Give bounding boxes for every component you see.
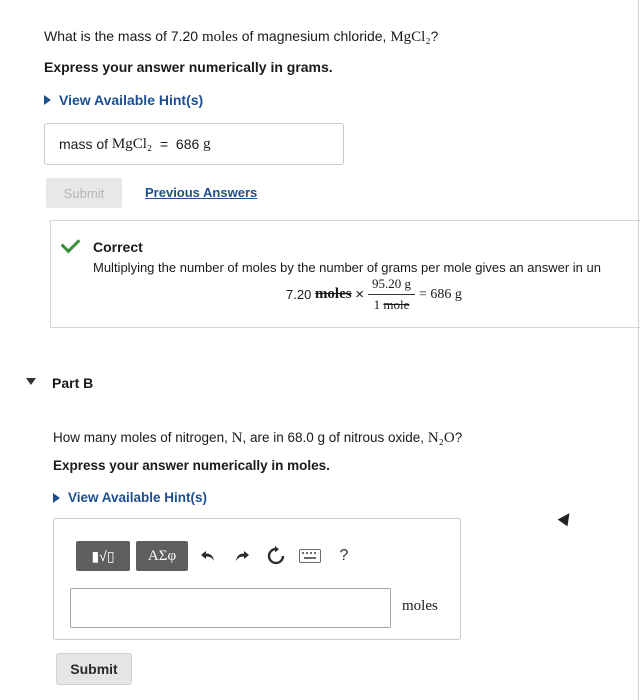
help-button[interactable]: ? <box>330 542 358 570</box>
answer-formula: MgCl₂ <box>111 135 153 152</box>
symbol-n: N <box>231 430 243 446</box>
feedback-title: Correct <box>93 239 143 255</box>
math-toolbar: ▮√▯ ΑΣφ ? <box>76 539 358 573</box>
calc-times: × <box>355 286 364 303</box>
templates-button[interactable]: ▮√▯ <box>76 541 130 571</box>
feedback-calculation: 7.20 moles × 95.20 g 1 mole = 686 g <box>286 276 462 313</box>
question-text-mid: , are in 68.0 g of nitrous oxide, <box>242 430 425 445</box>
hint-label: View Available Hint(s) <box>68 490 208 505</box>
previous-answers-link[interactable]: Previous Answers <box>145 185 257 200</box>
calc-start: 7.20 <box>286 287 312 302</box>
calc-numerator: 95.20 g <box>368 276 415 295</box>
unit-label: moles <box>402 598 438 614</box>
question-suffix: ? <box>454 430 463 445</box>
part-a-question: What is the mass of 7.20 moles of magnes… <box>44 28 438 46</box>
part-b-hint-link[interactable]: View Available Hint(s) <box>53 490 207 505</box>
part-b-label[interactable]: Part B <box>52 375 93 391</box>
part-b-collapse-icon[interactable] <box>26 378 36 385</box>
part-b-instruction: Express your answer numerically in moles… <box>53 458 330 473</box>
formula-mgcl2: MgCl₂ <box>390 29 431 45</box>
answer-equals: = <box>159 136 169 152</box>
question-text: What is the mass of 7.20 <box>44 28 199 44</box>
calc-den-number: 1 <box>373 297 381 312</box>
calc-den-unit: mole <box>383 297 410 312</box>
part-b-question: How many moles of nitrogen, N, are in 68… <box>53 430 462 447</box>
part-a-hint-link[interactable]: View Available Hint(s) <box>44 92 203 108</box>
calc-moles: moles <box>314 286 352 302</box>
part-b-submit-button[interactable]: Submit <box>56 653 132 685</box>
undo-icon[interactable] <box>194 542 222 570</box>
mouse-cursor-icon <box>557 509 575 527</box>
reset-icon[interactable] <box>262 542 290 570</box>
answer-unit: g <box>203 135 211 152</box>
answer-input[interactable] <box>70 588 391 628</box>
question-suffix: ? <box>430 28 439 44</box>
part-a-submit-button[interactable]: Submit <box>46 178 122 208</box>
question-unit: moles <box>201 29 238 45</box>
answer-value: 686 <box>175 136 200 152</box>
formula-n2o: N₂O <box>427 430 455 446</box>
part-a-instruction: Express your answer numerically in grams… <box>44 59 333 75</box>
chevron-right-icon <box>44 95 51 105</box>
redo-icon[interactable] <box>228 542 256 570</box>
feedback-message: Multiplying the number of moles by the n… <box>93 260 601 275</box>
answer-label: mass of <box>59 136 109 152</box>
right-edge-divider <box>638 0 639 700</box>
keyboard-icon[interactable] <box>296 542 324 570</box>
part-a-answer-box: mass of MgCl₂ = 686 g <box>44 123 344 165</box>
hint-label: View Available Hint(s) <box>59 92 204 108</box>
calc-result: = 686 g <box>419 286 462 302</box>
question-text-mid: of magnesium chloride, <box>241 28 387 44</box>
question-text: How many moles of nitrogen, <box>53 430 228 445</box>
greek-symbols-button[interactable]: ΑΣφ <box>136 541 188 571</box>
chevron-right-icon <box>53 492 60 503</box>
calc-fraction: 95.20 g 1 mole <box>368 276 415 313</box>
